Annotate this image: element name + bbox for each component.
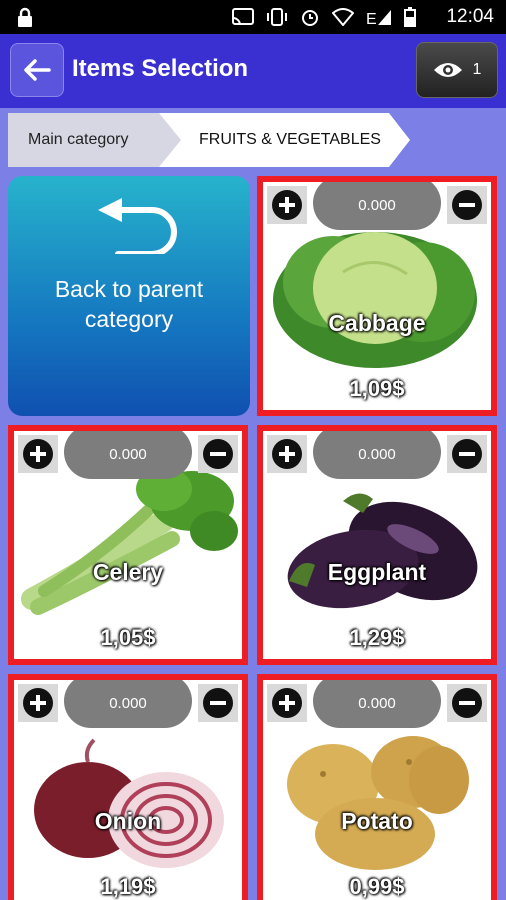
back-button[interactable] (10, 43, 64, 97)
plus-icon (23, 688, 53, 718)
page-title: Items Selection (72, 55, 249, 82)
item-tile-potato[interactable]: 0.000 Potato 0,99$ (257, 674, 497, 900)
item-tile-eggplant[interactable]: 0.000 Eggplant 1,29$ (257, 425, 497, 665)
breadcrumb-current-category[interactable]: FRUITS & VEGETABLES (159, 113, 410, 167)
eye-icon (433, 63, 462, 77)
wifi-icon (332, 8, 354, 26)
celery-image (21, 467, 238, 615)
plus-icon (272, 688, 302, 718)
increase-button[interactable] (267, 186, 307, 224)
decrease-button[interactable] (198, 435, 238, 473)
minus-icon (452, 688, 482, 718)
return-arrow-icon (98, 198, 177, 254)
view-count-button[interactable]: 1 (416, 42, 498, 98)
decrease-button[interactable] (198, 684, 238, 722)
item-price: 0,99$ (349, 874, 405, 899)
minus-icon (203, 688, 233, 718)
breadcrumb: Main category FRUITS & VEGETABLES (8, 113, 410, 167)
svg-text:E: E (366, 11, 377, 26)
item-price: 1,05$ (100, 625, 156, 650)
status-icons: E (232, 7, 416, 27)
item-name: Celery (92, 559, 164, 585)
eggplant-image (287, 493, 478, 609)
item-tile-onion[interactable]: 0.000 Onion 1,19$ (8, 674, 248, 900)
item-tile-cabbage[interactable]: 0.000 Cabbage 1,09$ (257, 176, 497, 416)
potato-image (287, 736, 469, 870)
status-bar: E 12:04 (0, 0, 506, 34)
item-price: 1,09$ (349, 376, 405, 401)
quantity-display: 0.000 (313, 182, 441, 230)
view-count: 1 (472, 61, 482, 78)
status-time: 12:04 (446, 6, 494, 27)
cast-icon (232, 8, 254, 26)
plus-icon (272, 439, 302, 469)
item-name: Eggplant (327, 559, 427, 585)
decrease-button[interactable] (447, 186, 487, 224)
arrow-left-icon (24, 59, 51, 81)
minus-icon (452, 439, 482, 469)
quantity-display: 0.000 (64, 680, 192, 728)
plus-icon (272, 190, 302, 220)
item-price: 1,29$ (349, 625, 405, 650)
cabbage-image (273, 232, 477, 368)
breadcrumb-main-category[interactable]: Main category (8, 113, 183, 167)
back-to-parent-label: Back to parent category (54, 276, 204, 332)
quantity-display: 0.000 (313, 680, 441, 728)
signal-icon: E (366, 10, 391, 26)
app-bar: Items Selection 1 (0, 34, 506, 108)
onion-image (34, 738, 224, 868)
item-tile-celery[interactable]: 0.000 Celery 1,05$ (8, 425, 248, 665)
item-name: Potato (341, 808, 413, 834)
lock-icon (18, 7, 32, 27)
quantity-display: 0.000 (64, 431, 192, 479)
decrease-button[interactable] (447, 435, 487, 473)
increase-button[interactable] (18, 435, 58, 473)
minus-icon (452, 190, 482, 220)
increase-button[interactable] (267, 684, 307, 722)
back-to-parent-card[interactable]: Back to parent category (8, 176, 250, 416)
decrease-button[interactable] (447, 684, 487, 722)
quantity-display: 0.000 (313, 431, 441, 479)
item-price: 1,19$ (100, 874, 156, 899)
battery-icon (404, 7, 416, 27)
increase-button[interactable] (267, 435, 307, 473)
alarm-icon (302, 10, 318, 26)
plus-icon (23, 439, 53, 469)
item-name: Cabbage (328, 310, 426, 336)
minus-icon (203, 439, 233, 469)
vibrate-icon (267, 8, 287, 26)
item-name: Onion (94, 808, 162, 834)
increase-button[interactable] (18, 684, 58, 722)
